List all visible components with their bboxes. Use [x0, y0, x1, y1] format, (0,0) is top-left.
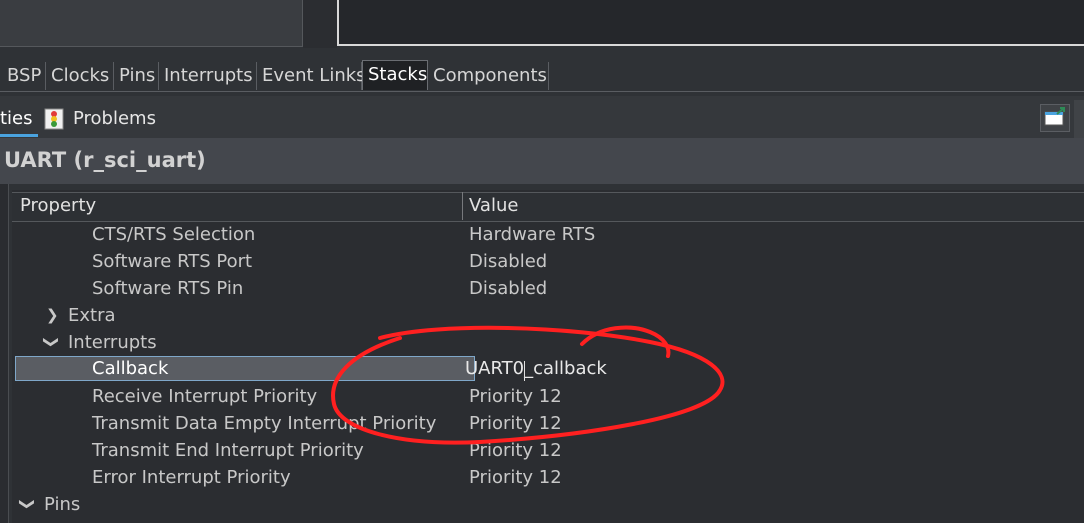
- tab-problems[interactable]: Problems: [73, 108, 156, 129]
- top-right-panel: [337, 0, 1084, 46]
- chevron-down-icon[interactable]: ❯: [42, 336, 60, 349]
- tab-components[interactable]: Components: [428, 62, 549, 90]
- property-value[interactable]: Hardware RTS: [469, 224, 595, 245]
- property-name: Transmit End Interrupt Priority: [92, 440, 364, 461]
- column-header-property[interactable]: Property: [20, 195, 96, 216]
- top-left-panel: [0, 0, 303, 47]
- tab-event-links[interactable]: Event Links: [257, 62, 366, 90]
- group-label-extra: Extra: [68, 305, 116, 326]
- view-tabbar: [0, 96, 1084, 138]
- problems-icon: [44, 108, 64, 130]
- table-row[interactable]: ❯ Pins: [12, 492, 1084, 519]
- toolbar-edge: [1074, 100, 1084, 138]
- property-name: Callback: [92, 358, 169, 379]
- table-row[interactable]: Transmit Data Empty Interrupt Priority P…: [12, 411, 1084, 438]
- group-label-interrupts: Interrupts: [68, 332, 157, 353]
- property-name: CTS/RTS Selection: [92, 224, 256, 245]
- text-cursor: [524, 361, 525, 381]
- property-name: Error Interrupt Priority: [92, 467, 291, 488]
- table-row[interactable]: ❯ Extra: [12, 303, 1084, 330]
- callback-value-input[interactable]: UART0_callback: [465, 358, 607, 379]
- tabbar-divider: [0, 91, 1084, 92]
- column-header-value[interactable]: Value: [469, 195, 518, 216]
- group-label-pins: Pins: [44, 494, 81, 515]
- table-row[interactable]: Receive Interrupt Priority Priority 12: [12, 384, 1084, 411]
- property-value[interactable]: Priority 12: [469, 440, 562, 461]
- tab-bsp[interactable]: BSP: [2, 62, 46, 90]
- property-name: Transmit Data Empty Interrupt Priority: [92, 413, 437, 434]
- open-view-icon: [1044, 107, 1065, 126]
- table-row[interactable]: CTS/RTS Selection Hardware RTS: [12, 222, 1084, 249]
- panel-divider: [303, 0, 337, 48]
- tab-properties[interactable]: ties: [0, 108, 33, 129]
- property-name: Software RTS Port: [92, 251, 253, 272]
- column-divider[interactable]: [462, 192, 463, 220]
- table-row[interactable]: ❯ Interrupts: [12, 330, 1084, 357]
- table-row[interactable]: Error Interrupt Priority Priority 12: [12, 465, 1084, 492]
- active-tab-indicator: [0, 134, 38, 137]
- chevron-down-icon[interactable]: ❯: [18, 498, 36, 511]
- tab-clocks[interactable]: Clocks: [46, 62, 114, 90]
- chevron-right-icon[interactable]: ❯: [46, 306, 59, 324]
- property-name: Software RTS Pin: [92, 278, 244, 299]
- table-header: [12, 192, 1084, 222]
- left-gutter: [0, 184, 9, 523]
- tab-stacks[interactable]: Stacks: [362, 60, 428, 90]
- panel-title: UART (r_sci_uart): [4, 148, 206, 172]
- property-value[interactable]: Priority 12: [469, 413, 562, 434]
- property-value[interactable]: Priority 12: [469, 386, 562, 407]
- tab-pins[interactable]: Pins: [114, 62, 159, 90]
- property-name: Receive Interrupt Priority: [92, 386, 318, 407]
- table-row[interactable]: Software RTS Pin Disabled: [12, 276, 1084, 303]
- open-view-button[interactable]: [1040, 104, 1070, 132]
- property-value[interactable]: Disabled: [469, 278, 547, 299]
- table-row[interactable]: Software RTS Port Disabled: [12, 249, 1084, 276]
- tab-interrupts[interactable]: Interrupts: [159, 62, 257, 90]
- table-row-selected[interactable]: Callback UART0_callback: [12, 356, 1084, 383]
- property-value[interactable]: Priority 12: [469, 467, 562, 488]
- table-row[interactable]: Transmit End Interrupt Priority Priority…: [12, 438, 1084, 465]
- selection-highlight: [15, 356, 475, 381]
- property-value[interactable]: Disabled: [469, 251, 547, 272]
